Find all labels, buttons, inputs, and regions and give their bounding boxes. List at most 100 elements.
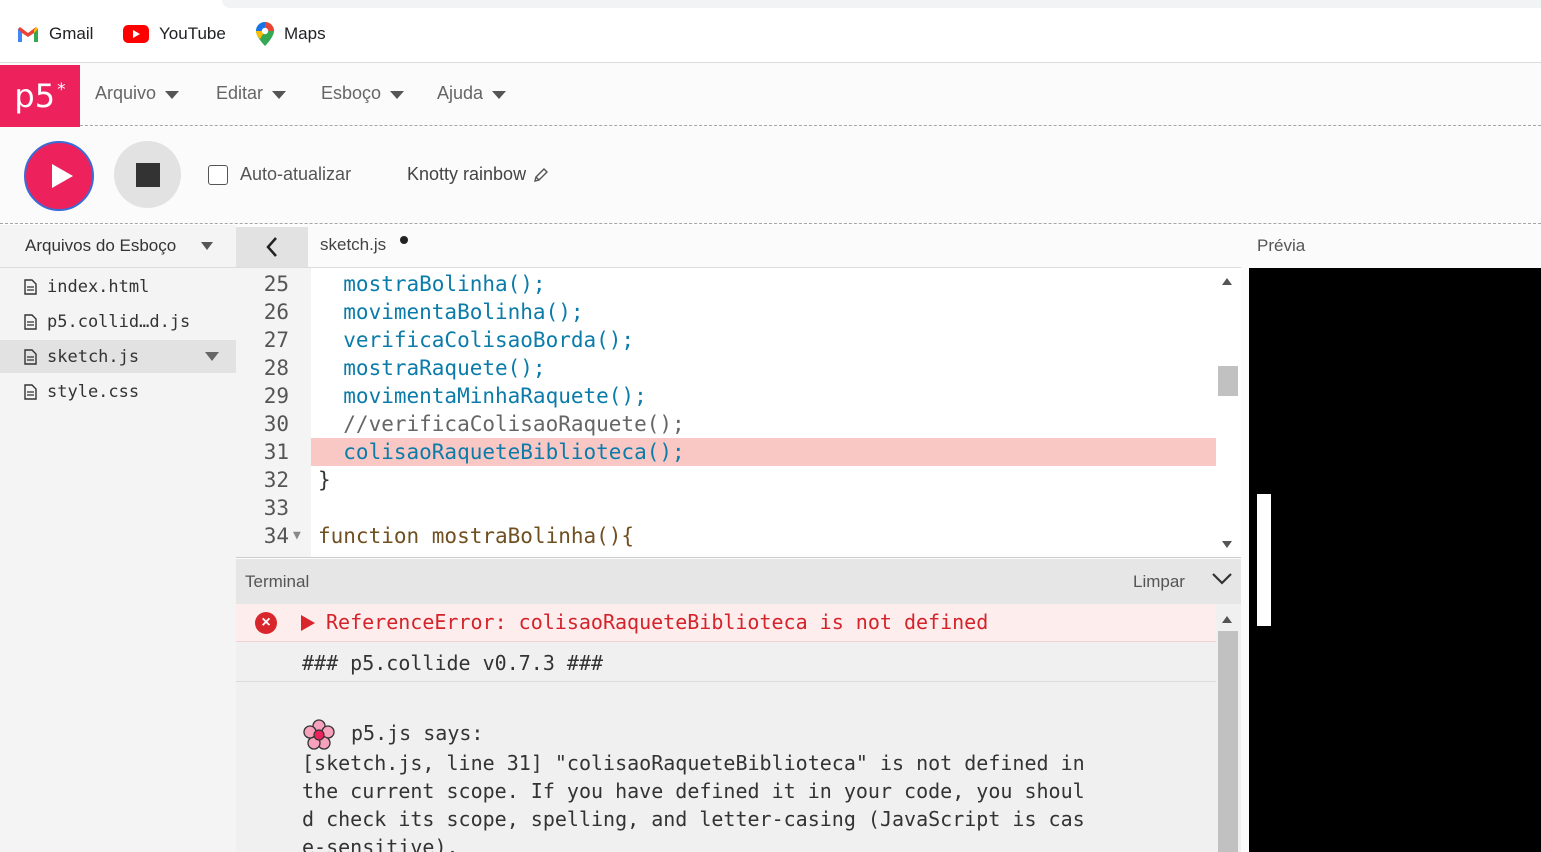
code-text: mostraBolinha(); [318, 272, 546, 296]
gmail-icon [18, 26, 38, 42]
file-item-index-html[interactable]: index.html [0, 270, 236, 303]
expand-arrow-icon[interactable] [301, 615, 315, 631]
caret-down-icon [165, 90, 180, 99]
scroll-up-icon[interactable] [1222, 616, 1232, 623]
caret-down-icon [201, 242, 213, 250]
editor-scrollbar[interactable] [1216, 268, 1241, 557]
console-log-row: ### p5.collide v0.7.3 ### [236, 642, 1216, 682]
code-text: verificaColisaoBorda(); [318, 328, 635, 352]
scroll-up-icon[interactable] [1222, 278, 1232, 285]
sketch-name[interactable]: Knotty rainbow [407, 164, 549, 185]
chevron-down-icon[interactable] [1211, 571, 1233, 587]
menu-esboco[interactable]: Esboço [321, 83, 405, 104]
code-comment: //verificaColisaoRaquete(); [318, 412, 685, 436]
scrollbar-thumb[interactable] [1218, 631, 1238, 852]
fold-arrow-icon[interactable]: ▼ [293, 522, 301, 550]
file-name: p5.collid…d.js [47, 311, 191, 332]
scroll-down-icon[interactable] [1222, 541, 1232, 548]
line-number: 28 [263, 356, 289, 380]
fes-message: [sketch.js, line 31] "colisaoRaqueteBibl… [302, 751, 1085, 852]
line-number: 27 [263, 328, 289, 352]
preview-canvas[interactable] [1249, 268, 1541, 852]
code-editor[interactable]: 25 mostraBolinha(); 26 movimentaBolinha(… [236, 268, 1241, 558]
code-line-error[interactable]: 31 colisaoRaqueteBiblioteca(); [236, 438, 1216, 466]
file-name: style.css [47, 381, 140, 402]
stop-icon [135, 162, 160, 187]
files-sidebar: Arquivos do Esboço index.html p5.collid…… [0, 225, 236, 852]
file-name: index.html [47, 276, 150, 297]
code-line[interactable]: 25 mostraBolinha(); [236, 270, 1216, 298]
line-number: 34 [263, 524, 289, 548]
maps-icon [256, 22, 274, 46]
code-text: movimentaBolinha(); [318, 300, 584, 324]
file-icon [24, 348, 37, 365]
file-icon [24, 313, 37, 330]
editor-header: sketch.js [236, 225, 1241, 268]
auto-update-checkbox[interactable] [208, 164, 228, 185]
logo-text: p5 [14, 77, 56, 115]
youtube-icon [123, 25, 149, 43]
bookmark-gmail[interactable]: Gmail [17, 22, 93, 46]
line-number: 26 [263, 300, 289, 324]
clear-console-button[interactable]: Limpar [1133, 572, 1185, 592]
stop-button[interactable] [114, 141, 181, 208]
auto-update-label: Auto-atualizar [240, 164, 352, 184]
file-options-caret-icon[interactable] [205, 352, 219, 361]
code-line[interactable]: 26 movimentaBolinha(); [236, 298, 1216, 326]
code-line[interactable]: 27 verificaColisaoBorda(); [236, 326, 1216, 354]
code-line[interactable]: 34 ▼ function mostraBolinha(){ [236, 522, 1216, 550]
collapse-sidebar-button[interactable] [236, 227, 308, 267]
preview-header: Prévia [1241, 225, 1541, 268]
panel-divider[interactable] [1241, 268, 1249, 852]
error-message: ReferenceError: colisaoRaqueteBiblioteca… [326, 610, 989, 634]
file-item-sketch-js[interactable]: sketch.js [0, 340, 236, 373]
terminal-console: × ReferenceError: colisaoRaqueteBibliote… [236, 604, 1241, 852]
line-number: 33 [263, 496, 289, 520]
code-line[interactable]: 33 [236, 494, 1216, 522]
chevron-left-icon [266, 237, 277, 257]
bookmark-gmail-label: Gmail [49, 24, 94, 43]
p5-logo[interactable]: p5 * [0, 65, 80, 127]
flower-icon [303, 719, 335, 750]
code-line[interactable]: 32} [236, 466, 1216, 494]
console-error-row[interactable]: × ReferenceError: colisaoRaqueteBibliote… [236, 604, 1216, 642]
bookmark-maps[interactable]: Maps [256, 22, 326, 46]
auto-update-toggle[interactable]: Auto-atualizar [208, 164, 351, 185]
code-line[interactable]: 30 //verificaColisaoRaquete(); [236, 410, 1216, 438]
sketch-toolbar: Auto-atualizar Knotty rainbow [0, 127, 1541, 224]
code-line[interactable]: 29 movimentaMinhaRaquete(); [236, 382, 1216, 410]
caret-down-icon [492, 90, 507, 99]
line-number: 25 [263, 272, 289, 296]
menu-editar[interactable]: Editar [216, 83, 287, 104]
unsaved-indicator [400, 236, 408, 244]
caret-down-icon [272, 90, 287, 99]
sketch-name-label: Knotty rainbow [407, 164, 527, 184]
logo-asterisk: * [57, 80, 66, 100]
bookmark-youtube[interactable]: YouTube [123, 22, 226, 46]
file-item-p5-collide[interactable]: p5.collid…d.js [0, 305, 236, 338]
code-text: } [318, 468, 331, 492]
code-text: movimentaMinhaRaquete(); [318, 384, 647, 408]
terminal-scrollbar[interactable] [1216, 604, 1241, 852]
play-button[interactable] [24, 141, 94, 211]
menu-ajuda[interactable]: Ajuda [437, 83, 507, 104]
code-text: mostraRaquete(); [318, 356, 546, 380]
menu-esboco-label: Esboço [321, 83, 382, 103]
file-item-style-css[interactable]: style.css [0, 375, 236, 408]
terminal-title: Terminal [245, 572, 310, 591]
sidebar-header[interactable]: Arquivos do Esboço [0, 225, 236, 268]
bookmarks-bar: Gmail YouTube Maps [0, 0, 1541, 63]
line-number: 32 [263, 468, 289, 492]
error-icon: × [255, 612, 277, 634]
browser-tab-strip [222, 0, 1541, 8]
log-message: ### p5.collide v0.7.3 ### [302, 651, 604, 675]
menu-editar-label: Editar [216, 83, 264, 103]
pencil-icon[interactable] [533, 167, 549, 183]
file-name: sketch.js [47, 346, 140, 367]
menu-arquivo-label: Arquivo [95, 83, 157, 103]
scrollbar-thumb[interactable] [1218, 366, 1238, 396]
menu-arquivo[interactable]: Arquivo [95, 83, 180, 104]
code-line[interactable]: 28 mostraRaquete(); [236, 354, 1216, 382]
fes-title: p5.js says: [351, 721, 484, 745]
file-icon [24, 278, 37, 295]
